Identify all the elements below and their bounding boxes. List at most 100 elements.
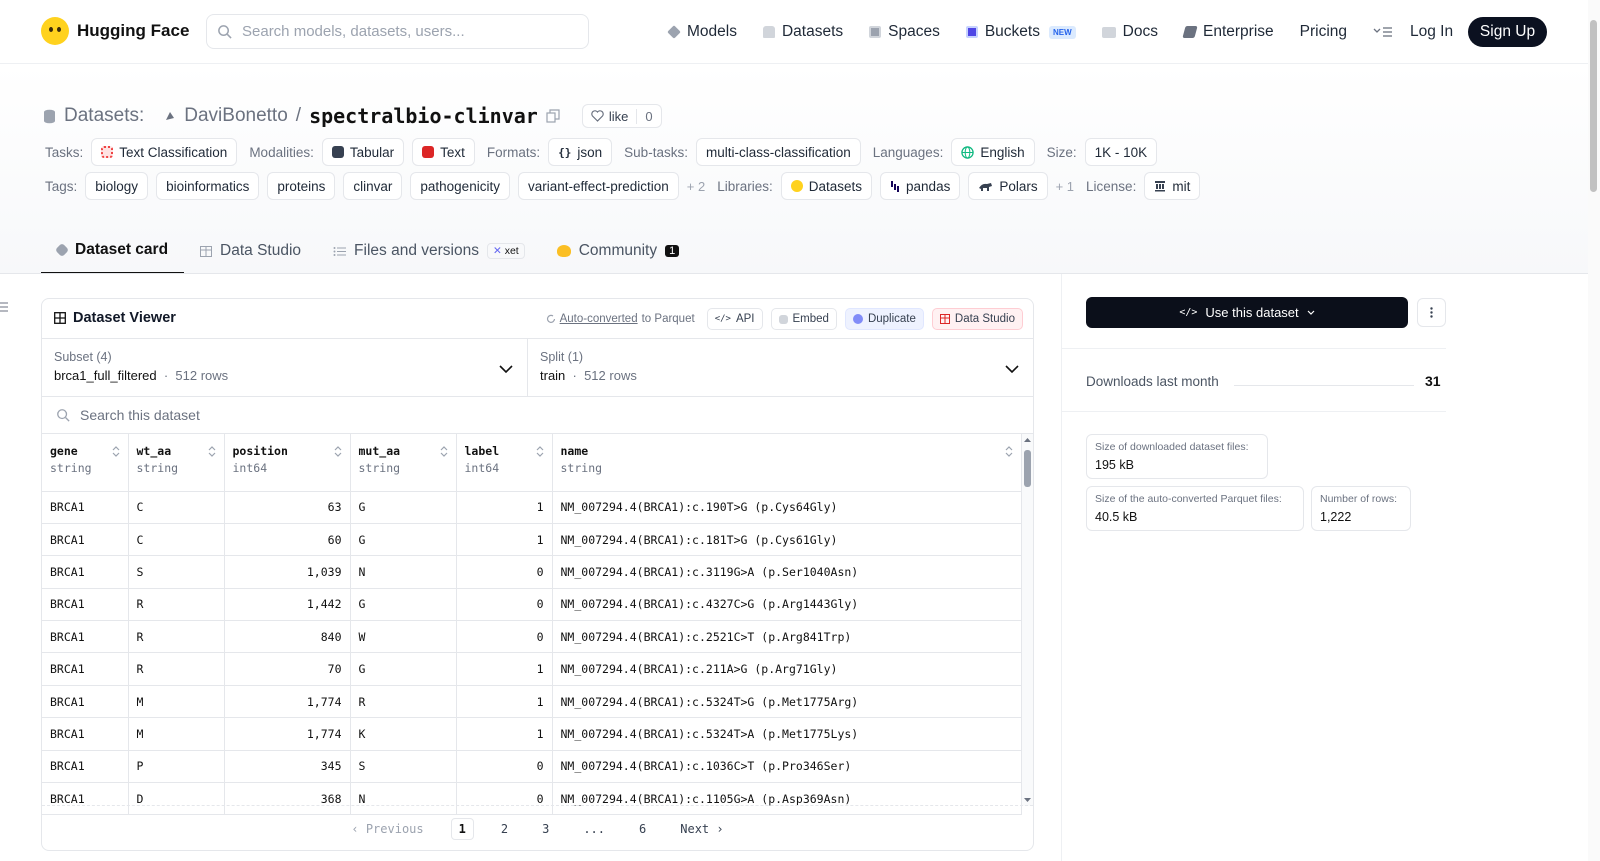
column-header-name[interactable]: name string (552, 434, 1022, 492)
page-6-button[interactable]: 6 (632, 819, 653, 839)
more-options-button[interactable] (1417, 298, 1446, 327)
duplicate-button[interactable]: Duplicate (844, 308, 924, 330)
table-row[interactable]: BRCA1 S 1,039 N 0 NM_007294.4(BRCA1):c.3119G>… (42, 555, 1022, 589)
column-header-wt_aa[interactable]: wt_aa string (128, 434, 225, 492)
polars-bear-icon (979, 182, 993, 191)
table-row[interactable]: BRCA1 M 1,774 K 1 NM_007294.4(BRCA1):c.5324T>… (42, 717, 1022, 751)
scrollbar-thumb[interactable] (1024, 450, 1031, 487)
like-button[interactable]: like 0 (581, 104, 662, 128)
tag-english[interactable]: English (951, 138, 1035, 166)
global-search[interactable] (206, 14, 589, 49)
nav-pricing[interactable]: Pricing (1300, 23, 1347, 41)
table-scrollbar[interactable] (1022, 434, 1033, 806)
tag-bioinformatics[interactable]: bioinformatics (156, 172, 260, 200)
text-classification-icon (101, 146, 114, 158)
nav-more-menu[interactable] (1373, 26, 1393, 38)
page-scrollbar-thumb[interactable] (1590, 20, 1597, 192)
subset-select[interactable]: Subset (4) brca1_full_filtered · 512 row… (42, 339, 528, 397)
nav-docs[interactable]: Docs (1101, 23, 1158, 41)
nav-spaces[interactable]: Spaces (869, 23, 940, 41)
login-link[interactable]: Log In (1410, 23, 1453, 41)
next-label: Next (680, 821, 710, 836)
column-header-mut_aa[interactable]: mut_aa string (350, 434, 457, 492)
tab-data-studio[interactable]: Data Studio (184, 228, 317, 274)
tag-license-mit[interactable]: mit (1144, 172, 1201, 200)
dataset-search-input[interactable] (80, 407, 580, 423)
sort-icon[interactable] (1005, 446, 1013, 457)
breadcrumb-owner[interactable]: DaviBonetto (184, 105, 288, 127)
home-logo-link[interactable]: Hugging Face (41, 17, 189, 45)
table-row[interactable]: BRCA1 R 840 W 0 NM_007294.4(BRCA1):c.2521C>T … (42, 620, 1022, 654)
tag-tabular[interactable]: Tabular (321, 138, 405, 166)
tag-pathogenicity[interactable]: pathogenicity (410, 172, 510, 200)
scroll-up-icon[interactable] (1022, 436, 1033, 444)
column-type: int64 (464, 461, 500, 475)
tag-text-classification[interactable]: Text Classification (91, 138, 238, 166)
cell-label: 1 (456, 652, 553, 686)
use-this-dataset-button[interactable]: </> Use this dataset (1086, 297, 1408, 328)
libraries-more[interactable]: + 1 (1056, 179, 1074, 194)
nav-models[interactable]: Models (667, 23, 737, 41)
nav-enterprise[interactable]: Enterprise (1182, 23, 1274, 41)
table-row[interactable]: BRCA1 P 345 S 0 NM_007294.4(BRCA1):c.1036C>T … (42, 750, 1022, 784)
signup-button[interactable]: Sign Up (1468, 17, 1547, 47)
global-search-input[interactable] (242, 23, 562, 40)
tab-community[interactable]: Community 1 (541, 228, 696, 274)
tag-variant-effect-prediction[interactable]: variant-effect-prediction (517, 172, 679, 200)
nav-models-label: Models (687, 23, 737, 40)
nav-buckets[interactable]: Buckets NEW (965, 23, 1076, 41)
tab-dataset-card[interactable]: Dataset card (41, 228, 185, 274)
tag-size[interactable]: 1K - 10K (1084, 138, 1158, 166)
scroll-down-icon[interactable] (1022, 796, 1033, 804)
tag-multi-class-classification[interactable]: multi-class-classification (695, 138, 861, 166)
cell-wt_aa: R (128, 620, 225, 654)
tag-proteins[interactable]: proteins (267, 172, 336, 200)
column-header-position[interactable]: position int64 (224, 434, 351, 492)
page-3-button[interactable]: 3 (535, 819, 556, 839)
data-studio-button[interactable]: Data Studio (931, 308, 1023, 330)
embed-button[interactable]: Embed (770, 308, 837, 330)
database-icon (44, 109, 55, 123)
nav-datasets[interactable]: Datasets (762, 23, 843, 41)
left-drawer-toggle[interactable] (0, 302, 8, 312)
sidebar-separator (1062, 411, 1446, 412)
table-row[interactable]: BRCA1 R 1,442 G 0 NM_007294.4(BRCA1):c.4327C>… (42, 588, 1022, 622)
sort-icon[interactable] (334, 446, 342, 457)
sort-icon[interactable] (112, 446, 120, 457)
tags-more[interactable]: + 2 (687, 179, 705, 194)
dataset-name[interactable]: spectralbio-clinvar (309, 104, 538, 128)
page-scrollbar[interactable] (1588, 0, 1600, 861)
sort-icon[interactable] (536, 446, 544, 457)
page-1-button[interactable]: 1 (450, 817, 474, 840)
sort-icon[interactable] (440, 446, 448, 457)
sort-icon[interactable] (208, 446, 216, 457)
split-select[interactable]: Split (1) train · 512 rows (528, 339, 1033, 397)
dataset-search[interactable] (42, 397, 1033, 434)
table-row[interactable]: BRCA1 C 63 G 1 NM_007294.4(BRCA1):c.190T>G (p… (42, 491, 1022, 524)
auto-converted-link[interactable]: Auto-converted (560, 313, 638, 325)
tag-pandas-library[interactable]: pandas (880, 172, 961, 200)
tag-json[interactable]: {} json (548, 138, 613, 166)
table-row[interactable]: BRCA1 C 60 G 1 NM_007294.4(BRCA1):c.181T>G (p… (42, 523, 1022, 557)
tag-datasets-library[interactable]: Datasets (780, 172, 873, 200)
copy-icon[interactable] (546, 109, 560, 123)
previous-page-button[interactable]: ‹ Previous (344, 819, 430, 839)
table-row[interactable]: BRCA1 R 70 G 1 NM_007294.4(BRCA1):c.211A>G (p… (42, 652, 1022, 686)
cell-mut_aa: S (350, 750, 457, 784)
tag-text[interactable]: Text (412, 138, 475, 166)
tag-clinvar[interactable]: clinvar (343, 172, 403, 200)
next-page-button[interactable]: Next › (673, 819, 730, 839)
page-2-button[interactable]: 2 (494, 819, 515, 839)
tab-files-and-versions[interactable]: Files and versions ✕ xet (317, 228, 541, 274)
community-icon (556, 245, 571, 257)
table-row[interactable]: BRCA1 M 1,774 R 1 NM_007294.4(BRCA1):c.5324T>… (42, 685, 1022, 719)
tag-biology[interactable]: biology (85, 172, 149, 200)
tag-label: clinvar (353, 178, 393, 194)
models-icon (667, 25, 681, 39)
tag-polars-library[interactable]: Polars (968, 172, 1048, 200)
column-header-gene[interactable]: gene string (42, 434, 129, 492)
data-studio-icon (939, 314, 950, 324)
breadcrumb-section[interactable]: Datasets: (64, 105, 144, 127)
column-header-label[interactable]: label int64 (456, 434, 553, 492)
api-button[interactable]: </> API (706, 308, 763, 330)
